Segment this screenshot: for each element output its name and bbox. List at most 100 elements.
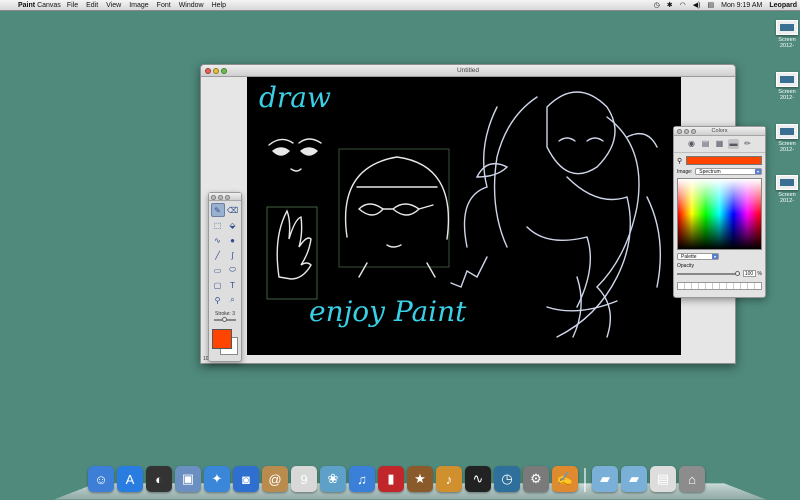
current-color-well[interactable] [686, 156, 762, 165]
zoom-window-icon[interactable] [221, 68, 227, 74]
zoom-window-icon[interactable] [225, 194, 230, 200]
screenshot-thumbnail-icon [776, 72, 798, 87]
screenshot-thumbnail-icon [776, 124, 798, 139]
time-machine-dock-icon[interactable]: ◷ [494, 466, 520, 492]
close-icon[interactable] [211, 194, 216, 200]
sliders-icon[interactable]: ▤ [700, 139, 711, 149]
text-icon[interactable]: T [226, 278, 240, 292]
tools-palette-titlebar[interactable] [209, 193, 241, 201]
menu-edit[interactable]: Edit [86, 2, 98, 9]
app-store-icon[interactable]: A [117, 466, 143, 492]
finder-icon[interactable]: ☺ [88, 466, 114, 492]
saved-swatches[interactable] [677, 282, 762, 290]
system-preferences-icon[interactable]: ⚙ [523, 466, 549, 492]
photo-booth-icon[interactable]: ▮ [378, 466, 404, 492]
trash-icon[interactable]: ⌂ [679, 466, 705, 492]
colors-panel-titlebar[interactable]: Colors [674, 127, 765, 136]
magnifier-icon[interactable]: ⚲ [677, 157, 686, 165]
chevron-down-icon: ▾ [712, 254, 718, 259]
menu-bar: Paint Canvas File Edit View Image Font W… [0, 0, 800, 11]
zoom-window-icon[interactable] [691, 129, 696, 134]
eyedropper-icon[interactable]: ⚲ [211, 293, 225, 307]
palette-select-value: Palette [681, 254, 697, 260]
minimize-icon[interactable] [684, 129, 689, 134]
close-icon[interactable] [205, 68, 211, 74]
app-menu[interactable]: Paint Canvas [18, 2, 61, 9]
downloads-stack-icon[interactable]: ▤ [650, 466, 676, 492]
chevron-down-icon: ▾ [755, 169, 761, 174]
clock[interactable]: Mon 9:19 AM [721, 2, 762, 9]
contacts-icon[interactable]: @ [262, 466, 288, 492]
opacity-input[interactable]: 100 [742, 270, 756, 277]
image-select[interactable]: Spectrum ▾ [695, 168, 762, 175]
opacity-slider[interactable] [677, 270, 740, 276]
menu-file[interactable]: File [67, 2, 78, 9]
dashboard-icon[interactable]: ◐ [146, 466, 172, 492]
rounded-rect-icon[interactable]: ▢ [211, 278, 225, 292]
window-titlebar[interactable]: Untitled [201, 65, 735, 77]
applications-folder-icon[interactable]: ▰ [592, 466, 618, 492]
palette-select[interactable]: Palette ▾ [677, 253, 719, 260]
calendar-icon[interactable]: 9 [291, 466, 317, 492]
documents-folder-icon[interactable]: ▰ [621, 466, 647, 492]
iphoto-icon[interactable]: ❀ [320, 466, 346, 492]
drawing-canvas[interactable]: draw enjoy Paint [247, 77, 681, 355]
wifi-icon[interactable]: ◠ [680, 1, 686, 9]
app-name-bold: Paint [18, 1, 36, 9]
tools-palette[interactable]: ✎ ⌫ ⬚ ⬙ ∿ ● ╱ ∫ ▭ ⬭ ▢ T ⚲ ⌕ Stroke: 3 [208, 192, 242, 362]
activity-monitor-icon[interactable]: ∿ [465, 466, 491, 492]
close-icon[interactable] [677, 129, 682, 134]
line-icon[interactable]: ╱ [211, 248, 225, 262]
curve-icon[interactable]: ∫ [226, 248, 240, 262]
menu-window[interactable]: Window [179, 2, 204, 9]
facetime-icon[interactable]: ◙ [233, 466, 259, 492]
marquee-icon[interactable]: ⬚ [211, 218, 225, 232]
menu-image[interactable]: Image [129, 2, 148, 9]
palettes-icon[interactable]: ▦ [714, 139, 725, 149]
desktop-file-label: Screen 2012- [778, 89, 796, 101]
stroke-slider[interactable] [214, 317, 236, 322]
paint-canvas-icon[interactable]: ✍ [552, 466, 578, 492]
pencil-icon[interactable]: ✎ [210, 203, 225, 217]
ellipse-icon[interactable]: ⬭ [226, 263, 240, 277]
volume-icon[interactable]: ◀) [693, 1, 701, 9]
foreground-color-swatch[interactable] [212, 329, 232, 349]
spectrum-picker[interactable] [677, 178, 762, 250]
bluetooth-icon[interactable]: ✱ [667, 1, 673, 9]
desktop-file[interactable]: Screen 2012- [774, 124, 800, 153]
zoom-icon[interactable]: ⌕ [226, 293, 240, 307]
itunes-icon[interactable]: ♫ [349, 466, 375, 492]
opacity-slider-knob[interactable] [734, 270, 740, 276]
eraser-icon[interactable]: ⌫ [226, 203, 240, 217]
color-wheel-icon[interactable]: ◉ [686, 139, 697, 149]
user-menu[interactable]: Leopard [769, 2, 797, 9]
safari-icon[interactable]: ✦ [204, 466, 230, 492]
stroke-slider-knob[interactable] [222, 317, 227, 322]
color-mode-toolbar: ◉ ▤ ▦ ▬ ✏ [674, 136, 765, 153]
window-controls [205, 68, 227, 74]
colors-panel[interactable]: Colors ◉ ▤ ▦ ▬ ✏ ⚲ Image: Spectrum ▾ Palette ▾… [673, 126, 766, 298]
lasso-icon[interactable]: ∿ [211, 233, 225, 247]
bucket-icon[interactable]: ⬙ [226, 218, 240, 232]
garageband-icon[interactable]: ♪ [436, 466, 462, 492]
desktop-file[interactable]: Screen 2012- [774, 175, 800, 204]
menu-view[interactable]: View [106, 2, 121, 9]
time-machine-icon[interactable]: ◷ [654, 1, 660, 9]
bomb-icon[interactable]: ● [226, 233, 240, 247]
rectangle-icon[interactable]: ▭ [211, 263, 225, 277]
spectrum-icon[interactable]: ▬ [728, 139, 739, 149]
palette-controls [211, 194, 230, 200]
flag-icon[interactable]: ▤ [708, 1, 715, 9]
desktop-file-label: Screen 2012- [778, 141, 796, 153]
desktop-file[interactable]: Screen 2012- [774, 20, 800, 49]
crayons-icon[interactable]: ✏ [742, 139, 753, 149]
minimize-icon[interactable] [213, 68, 219, 74]
minimize-icon[interactable] [218, 194, 223, 200]
preview-icon[interactable]: ▣ [175, 466, 201, 492]
menu-help[interactable]: Help [212, 2, 226, 9]
screenshot-thumbnail-icon [776, 20, 798, 35]
menu-font[interactable]: Font [157, 2, 171, 9]
imovie-icon[interactable]: ★ [407, 466, 433, 492]
canvas-text-draw: draw [259, 81, 331, 114]
desktop-file[interactable]: Screen 2012- [774, 72, 800, 101]
